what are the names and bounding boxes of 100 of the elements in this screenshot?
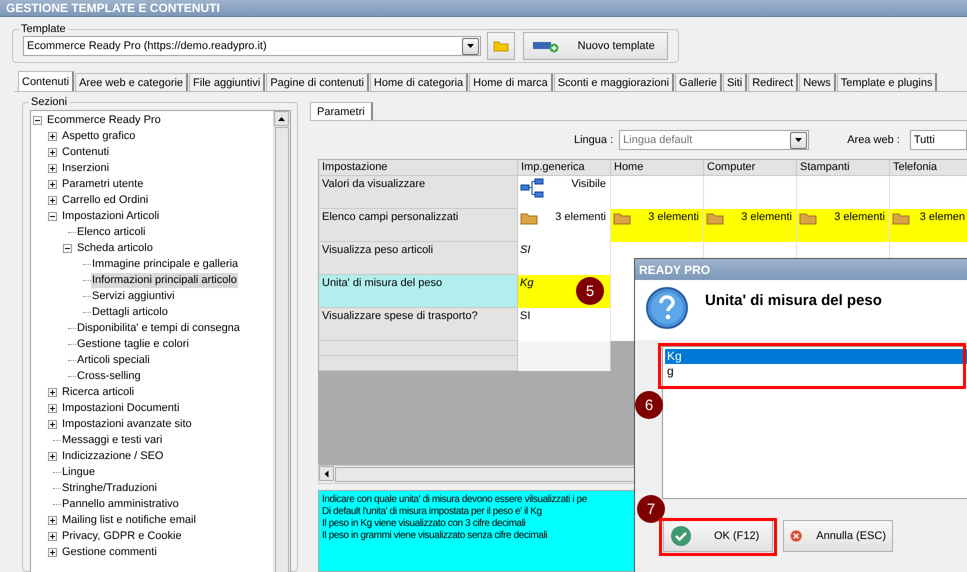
- tab[interactable]: Sconti e maggiorazioni: [554, 73, 674, 91]
- tab[interactable]: File aggiuntivi: [189, 73, 266, 91]
- tree-item[interactable]: Scheda articolo: [76, 240, 154, 256]
- expand-icon[interactable]: [48, 404, 57, 412]
- tree-item[interactable]: Parametri utente: [61, 176, 144, 192]
- check-icon: [670, 525, 692, 547]
- tab[interactable]: Siti: [722, 73, 748, 91]
- tab[interactable]: Pagine di contenuti: [266, 73, 369, 91]
- tree-item[interactable]: Impostazioni avanzate sito: [61, 416, 193, 432]
- tab[interactable]: Aree web e categorie: [75, 73, 188, 91]
- expand-icon[interactable]: [48, 196, 57, 204]
- tree-item[interactable]: Aspetto grafico: [61, 128, 136, 144]
- tree-item[interactable]: Inserzioni: [61, 160, 110, 176]
- dialog-title: READY PRO: [635, 259, 967, 280]
- window-title: GESTIONE TEMPLATE E CONTENUTI: [0, 0, 967, 17]
- web-area-dropdown[interactable]: Tutti: [910, 130, 967, 150]
- tree-item[interactable]: Gestione taglie e colori: [76, 336, 190, 352]
- table-cell[interactable]: SI: [518, 242, 611, 275]
- ok-button[interactable]: OK (F12): [663, 520, 773, 552]
- tab[interactable]: Gallerie: [675, 73, 722, 91]
- tree-item[interactable]: Servizi aggiuntivi: [91, 288, 176, 304]
- tree-item[interactable]: Messaggi e testi vari: [61, 432, 164, 448]
- tab[interactable]: Home di categoria: [370, 73, 468, 91]
- tree-item[interactable]: Ecommerce Ready Pro: [46, 112, 162, 128]
- tree-item[interactable]: Elenco articoli: [76, 224, 146, 240]
- tree-item[interactable]: Impostazioni Documenti: [61, 400, 180, 416]
- column-header: Imp.generica: [518, 160, 611, 176]
- tree-item[interactable]: Indicizzazione / SEO: [61, 448, 164, 464]
- step-number: 7: [637, 495, 665, 523]
- help-text: Indicare con quale unita' di misura devono essere vilsualizzati i pe: [322, 494, 587, 506]
- expand-icon[interactable]: [48, 164, 57, 172]
- collapse-icon[interactable]: [48, 212, 57, 220]
- expand-icon[interactable]: [48, 532, 57, 540]
- tree-item[interactable]: Immagine principale e galleria: [91, 256, 240, 272]
- dialog-heading: Unita' di misura del peso: [705, 292, 882, 311]
- tree-item[interactable]: Lingue: [61, 464, 96, 480]
- collapse-icon[interactable]: [33, 116, 42, 124]
- expand-icon[interactable]: [48, 548, 57, 556]
- field-label: Area web :: [847, 134, 900, 146]
- tree-item[interactable]: Privacy, GDPR e Cookie: [61, 528, 183, 544]
- step-number: 6: [635, 391, 663, 419]
- expand-icon[interactable]: [48, 132, 57, 140]
- scrollbar[interactable]: [273, 111, 290, 572]
- list-item[interactable]: Kg: [665, 349, 967, 364]
- tree-item[interactable]: Dettagli articolo: [91, 304, 169, 320]
- table-cell[interactable]: 3 elementi: [797, 209, 890, 242]
- tree-item[interactable]: Cross-selling: [76, 368, 142, 384]
- folder-icon: [613, 211, 631, 225]
- table-cell[interactable]: SI: [518, 308, 611, 341]
- tree-item[interactable]: Carrello ed Ordini: [61, 192, 150, 208]
- new-template-button[interactable]: Nuovo template: [522, 32, 668, 60]
- table-cell[interactable]: Kg 5: [518, 275, 611, 308]
- expand-icon[interactable]: [48, 180, 57, 188]
- table-cell[interactable]: 3 elementi: [611, 209, 704, 242]
- cancel-button[interactable]: Annulla (ESC): [783, 520, 893, 552]
- list-item[interactable]: g: [665, 364, 967, 379]
- tree-item[interactable]: Informazioni principali articolo: [91, 272, 238, 288]
- hierarchy-icon: [520, 178, 544, 198]
- template-dropdown[interactable]: Ecommerce Ready Pro (https://demo.readypro.it): [23, 36, 481, 56]
- tree-item[interactable]: Mailing list e notifiche email: [61, 512, 197, 528]
- tab[interactable]: Template e plugins: [836, 73, 938, 91]
- expand-icon[interactable]: [48, 452, 57, 460]
- tab[interactable]: Parametri: [310, 102, 373, 120]
- tree-item[interactable]: Pannello amministrativo: [61, 496, 180, 512]
- tab[interactable]: Redirect: [748, 73, 798, 91]
- column-header: Impostazione: [319, 160, 518, 176]
- tree-item[interactable]: Disponibilita' e tempi di consegna: [76, 320, 241, 336]
- tab[interactable]: News: [799, 73, 836, 91]
- table-cell[interactable]: Visibile: [518, 176, 611, 209]
- tree-item[interactable]: Ricerca articoli: [61, 384, 136, 400]
- expand-icon[interactable]: [48, 148, 57, 156]
- table-cell[interactable]: 3 elementi: [518, 209, 611, 242]
- field-label: Lingua :: [574, 134, 614, 146]
- folder-icon: [892, 211, 910, 225]
- help-text: Di default l'unita' di misura impostata per il peso e' il Kg: [322, 506, 542, 518]
- question-icon: [645, 286, 689, 330]
- expand-icon[interactable]: [48, 516, 57, 524]
- table-cell[interactable]: 3 elemen: [890, 209, 967, 242]
- column-header: Telefonia: [890, 160, 967, 176]
- expand-icon[interactable]: [48, 420, 57, 428]
- row-label[interactable]: Unita' di misura del peso: [319, 275, 518, 308]
- tab[interactable]: Home di marca: [469, 73, 553, 91]
- row-label[interactable]: Valori da visualizzare: [319, 176, 518, 209]
- tree-item[interactable]: Gestione commenti: [61, 544, 158, 560]
- column-header: Stampanti: [797, 160, 890, 176]
- help-text: Il peso in Kg viene visualizzato con 3 cifre decimali: [322, 518, 526, 530]
- expand-icon[interactable]: [48, 388, 57, 396]
- caret-icon: [324, 470, 328, 477]
- tree-item[interactable]: Contenuti: [61, 144, 110, 160]
- tab[interactable]: Contenuti: [18, 71, 74, 91]
- tree-item[interactable]: Impostazioni Articoli: [61, 208, 160, 224]
- tree-item[interactable]: Stringhe/Traduzioni: [61, 480, 158, 496]
- folder-icon: [520, 211, 538, 225]
- row-label[interactable]: Visualizzare spese di trasporto?: [319, 308, 518, 341]
- language-dropdown[interactable]: Lingua default: [619, 130, 810, 150]
- row-label[interactable]: Visualizza peso articoli: [319, 242, 518, 275]
- tree-item[interactable]: Articoli speciali: [76, 352, 151, 368]
- collapse-icon[interactable]: [63, 244, 72, 252]
- table-cell[interactable]: 3 elementi: [704, 209, 797, 242]
- row-label[interactable]: Elenco campi personalizzati: [319, 209, 518, 242]
